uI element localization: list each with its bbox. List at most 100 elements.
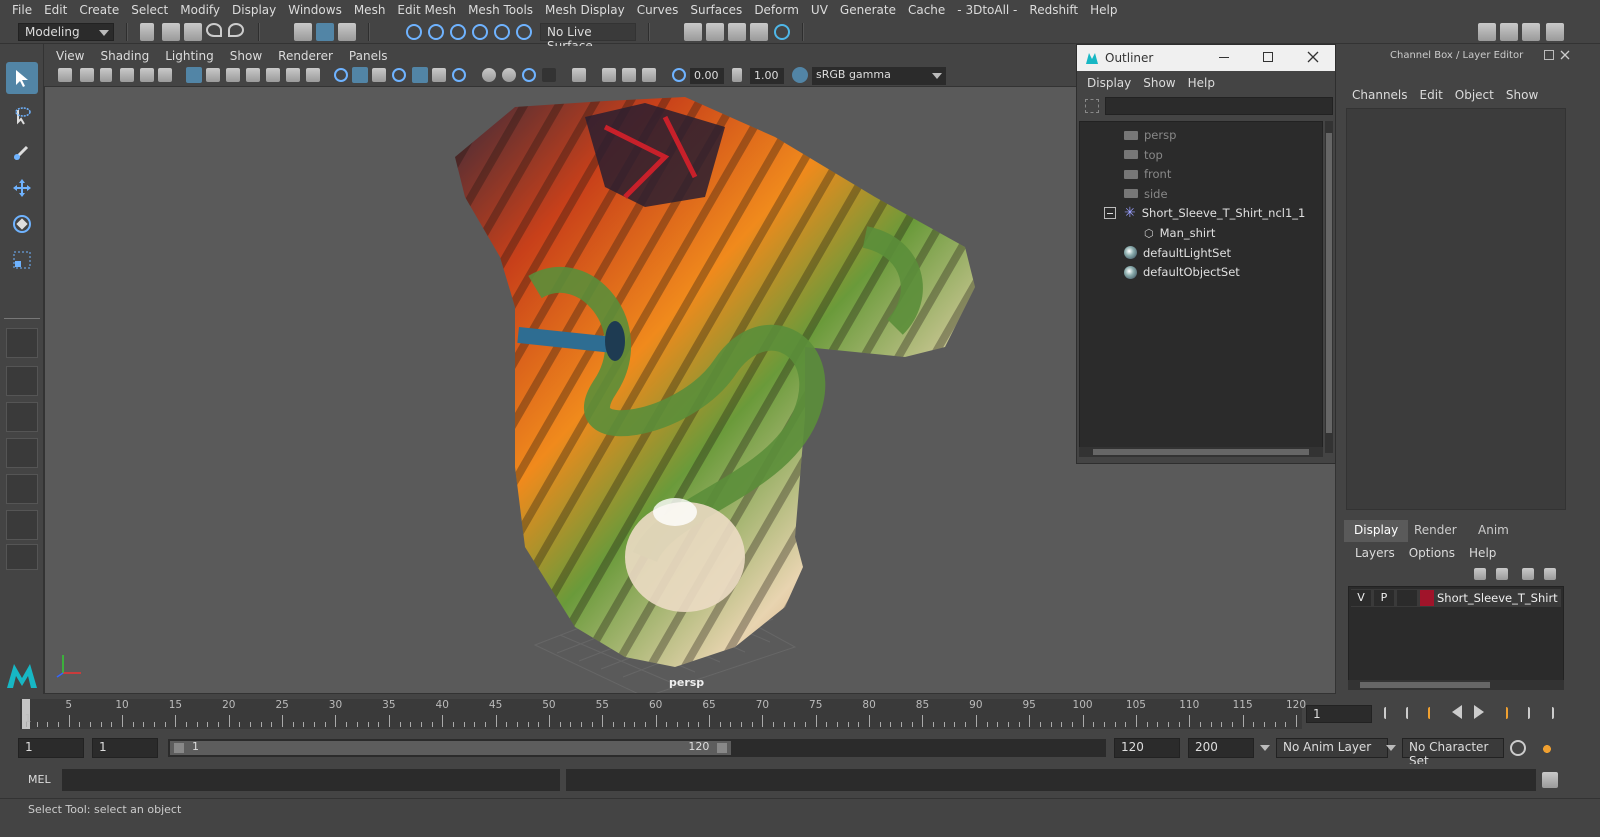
scale-tool[interactable] [6, 244, 38, 276]
range-start-handle[interactable] [174, 743, 184, 753]
more-layouts-button[interactable] [6, 544, 38, 570]
menu-create[interactable]: Create [73, 3, 125, 17]
menu-edit[interactable]: Edit [38, 3, 73, 17]
menu-modify[interactable]: Modify [174, 3, 226, 17]
textured-icon[interactable] [412, 67, 428, 83]
chevron-down-icon[interactable] [1386, 745, 1396, 751]
ambient-occlusion-icon[interactable] [482, 68, 496, 82]
outliner-item-top[interactable]: top [1124, 146, 1163, 164]
tab-display[interactable]: Display [1344, 520, 1409, 542]
depth-of-field-icon[interactable] [542, 68, 556, 82]
modeling-toolkit-icon[interactable] [1478, 23, 1496, 41]
snap-grid-icon[interactable] [406, 24, 422, 40]
gamma-field[interactable]: 1.00 [750, 68, 784, 84]
render-view-icon[interactable] [684, 23, 702, 41]
channel-box-toggle-icon[interactable] [1546, 23, 1564, 41]
single-pane-layout-button[interactable] [6, 328, 38, 358]
film-gate-icon[interactable] [206, 68, 220, 82]
time-slider-track[interactable]: 1 5 10 15 20 25 30 35 40 45 50 55 60 65 70 75 80 85 90 95 10… [20, 699, 1306, 729]
move-layer-down-icon[interactable] [1496, 568, 1508, 580]
motion-blur-icon[interactable] [502, 68, 516, 82]
menu-edit-mesh[interactable]: Edit Mesh [391, 3, 462, 17]
shadows-icon[interactable] [452, 68, 466, 82]
open-scene-icon[interactable] [162, 23, 180, 41]
play-backwards-icon[interactable] [1452, 705, 1462, 719]
current-frame-field[interactable]: 1 [1306, 705, 1372, 723]
persp-outliner-layout-button[interactable] [6, 474, 38, 504]
lights-icon[interactable] [432, 68, 446, 82]
channel-box-menu-show[interactable]: Show [1500, 88, 1544, 102]
xray-icon[interactable] [602, 68, 616, 82]
layer-menu-layers[interactable]: Layers [1348, 546, 1402, 560]
outliner-item-side[interactable]: side [1124, 185, 1168, 203]
select-hierarchy-icon[interactable] [294, 23, 312, 41]
multisample-aa-icon[interactable] [522, 68, 536, 82]
viewport-menu-lighting[interactable]: Lighting [157, 49, 222, 63]
lasso-tool[interactable] [6, 100, 38, 132]
redo-icon[interactable] [228, 23, 244, 37]
layer-menu-options[interactable]: Options [1402, 546, 1462, 560]
viewport-menu-show[interactable]: Show [222, 49, 270, 63]
menu-cache[interactable]: Cache [902, 3, 951, 17]
menu-help[interactable]: Help [1084, 3, 1123, 17]
mode-selector[interactable]: Modeling [18, 23, 114, 41]
save-scene-icon[interactable] [184, 23, 202, 41]
attribute-editor-icon[interactable] [1500, 23, 1518, 41]
persp-hypershade-layout-button[interactable] [6, 510, 38, 540]
outliner-menu-display[interactable]: Display [1081, 76, 1137, 90]
menu-file[interactable]: File [6, 3, 38, 17]
menu-surfaces[interactable]: Surfaces [684, 3, 748, 17]
outliner-menu-show[interactable]: Show [1137, 76, 1181, 90]
menu-generate[interactable]: Generate [834, 3, 902, 17]
script-editor-icon[interactable] [1542, 772, 1558, 788]
exposure-icon[interactable] [672, 68, 686, 82]
safe-title-icon[interactable] [306, 68, 320, 82]
collapse-icon[interactable] [1104, 207, 1116, 220]
image-plane-icon[interactable] [120, 68, 134, 82]
scroll-thumb[interactable] [1360, 682, 1490, 688]
tool-settings-icon[interactable] [1522, 23, 1540, 41]
xray-joints-icon[interactable] [642, 68, 656, 82]
menu-3dtoall[interactable]: - 3DtoAll - [951, 3, 1023, 17]
move-layer-up-icon[interactable] [1474, 568, 1486, 580]
play-forwards-icon[interactable] [1474, 705, 1484, 719]
side-by-side-layout-button[interactable] [6, 402, 38, 432]
filter-icon[interactable] [1085, 99, 1099, 113]
outliner-item-persp[interactable]: persp [1124, 126, 1176, 144]
xray-active-icon[interactable] [622, 68, 636, 82]
auto-key-icon[interactable] [1510, 740, 1526, 756]
render-settings-icon[interactable] [750, 23, 768, 41]
outliner-search-input[interactable] [1105, 97, 1333, 115]
outliner-titlebar[interactable]: Outliner [1077, 45, 1335, 71]
camera-attributes-icon[interactable] [80, 68, 94, 82]
isolate-select-icon[interactable] [572, 68, 586, 82]
snap-view-plane-icon[interactable] [494, 24, 510, 40]
select-tool[interactable] [6, 62, 38, 94]
anim-layer-dropdown[interactable]: No Anim Layer [1276, 738, 1388, 758]
close-icon[interactable] [1560, 50, 1570, 60]
scroll-thumb[interactable] [1326, 133, 1332, 433]
layer-playback-toggle[interactable]: P [1374, 590, 1394, 606]
viewport-menu-view[interactable]: View [48, 49, 92, 63]
live-surface-field[interactable]: No Live Surface [540, 23, 636, 53]
range-slider-track[interactable]: 1 120 [168, 739, 1106, 757]
new-layer-from-selected-icon[interactable] [1544, 568, 1556, 580]
menu-mesh[interactable]: Mesh [348, 3, 392, 17]
layer-visibility-toggle[interactable]: V [1351, 590, 1371, 606]
gate-mask-icon[interactable] [246, 68, 260, 82]
viewport-menu-panels[interactable]: Panels [341, 49, 396, 63]
smooth-shade-icon[interactable] [352, 67, 368, 83]
close-icon[interactable] [1307, 51, 1319, 63]
outliner-item-defaultlightset[interactable]: defaultLightSet [1124, 244, 1231, 262]
channel-box-menu-object[interactable]: Object [1449, 88, 1500, 102]
channel-box-menu-channels[interactable]: Channels [1346, 88, 1414, 102]
layer-hscrollbar[interactable] [1348, 680, 1564, 690]
bookmark-icon[interactable] [100, 68, 112, 82]
hypershade-icon[interactable] [774, 24, 790, 40]
outliner-vscrollbar[interactable] [1325, 121, 1333, 453]
color-space-dropdown[interactable]: sRGB gamma [812, 67, 946, 85]
range-end-handle[interactable] [717, 743, 728, 753]
layer-row[interactable]: V P Short_Sleeve_T_Shirt [1351, 589, 1561, 607]
step-forward-frame-icon[interactable] [1518, 707, 1530, 719]
snap-point-icon[interactable] [450, 24, 466, 40]
